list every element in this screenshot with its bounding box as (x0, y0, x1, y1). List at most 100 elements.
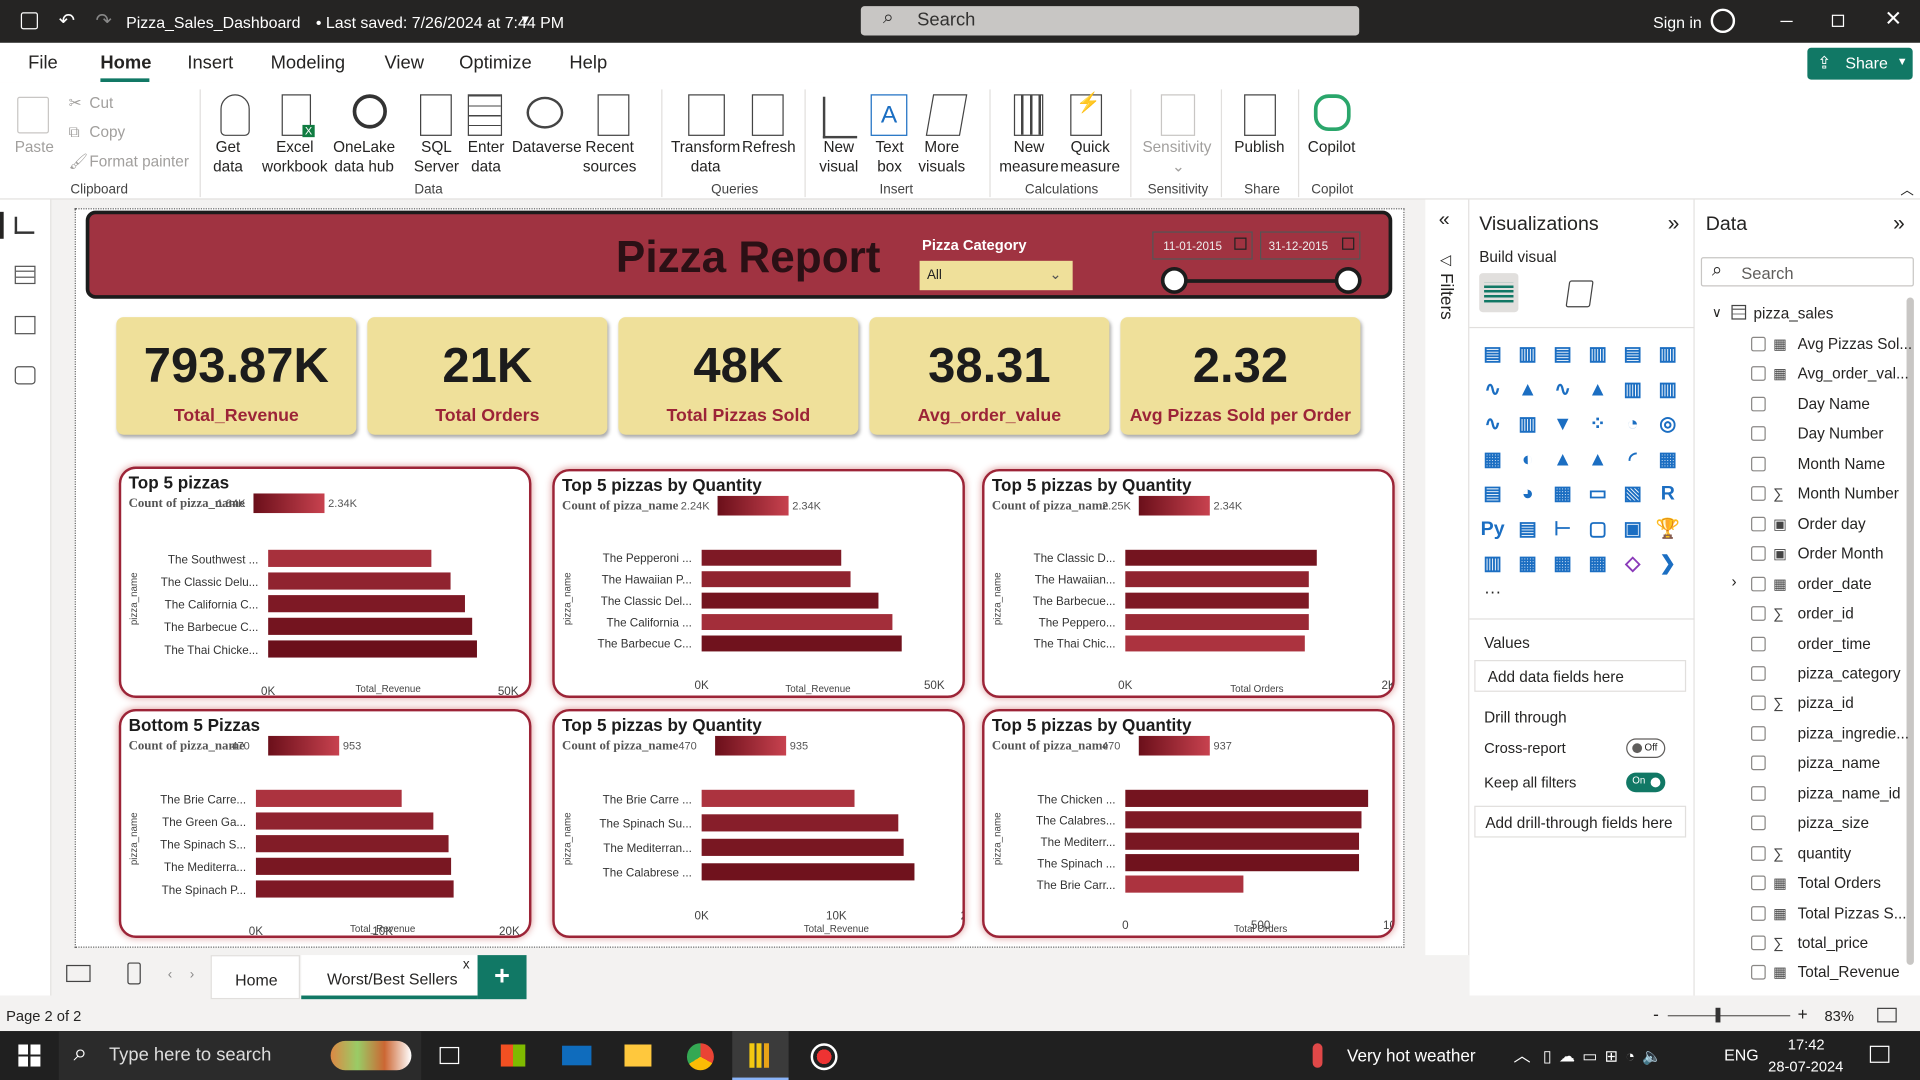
system-tray-icons[interactable]: ▯☁▭⊞◔🔈 (1543, 1047, 1670, 1067)
menu-optimize[interactable]: Optimize (459, 53, 531, 74)
visual-type-icon[interactable]: ◕ (1514, 481, 1541, 508)
kpi-card-avg-pizzas[interactable]: 2.32 Avg Pizzas Sold per Order (1120, 317, 1361, 435)
drill-through-well[interactable]: Add drill-through fields here (1474, 805, 1687, 838)
task-view-icon[interactable] (439, 1046, 460, 1065)
visual-type-icon[interactable]: ▥ (1584, 342, 1611, 369)
field-checkbox[interactable] (1751, 516, 1766, 532)
refresh-button[interactable]: Refresh (742, 137, 796, 157)
visual-type-icon[interactable]: ▲ (1549, 446, 1576, 473)
table-view-icon[interactable] (14, 265, 36, 285)
visual-type-icon[interactable]: ▤ (1479, 481, 1506, 508)
visual-type-icon[interactable]: ⊢ (1549, 516, 1576, 543)
language-indicator[interactable]: ENG (1724, 1046, 1758, 1064)
date-from-input[interactable]: 11-01-2015 (1152, 231, 1253, 260)
visual-type-icon[interactable]: ▥ (1619, 377, 1646, 404)
text-box-button[interactable]: Text box (876, 137, 904, 176)
format-visual-icon[interactable] (1565, 280, 1594, 308)
visual-type-icon[interactable]: ▼ (1549, 411, 1576, 438)
close-tab-icon[interactable]: x (463, 958, 470, 973)
visual-type-icon[interactable]: ▧ (1619, 481, 1646, 508)
field-checkbox[interactable] (1751, 456, 1766, 472)
field-checkbox[interactable] (1751, 905, 1766, 921)
menu-file[interactable]: File (28, 53, 58, 74)
report-view-icon[interactable] (14, 216, 35, 234)
chart-bottom-quantity-orders[interactable]: Top 5 pizzas by Quantity Count of pizza_n… (982, 708, 1395, 938)
transform-data-button[interactable]: Transform data (671, 137, 740, 176)
menu-home[interactable]: Home (100, 53, 151, 74)
close-icon[interactable]: ✕ (1885, 7, 1902, 31)
menu-view[interactable]: View (384, 53, 423, 74)
sensitivity-button[interactable]: Sensitivity (1142, 137, 1211, 157)
visual-type-icon[interactable]: ▦ (1479, 446, 1506, 473)
field-checkbox[interactable] (1751, 935, 1766, 951)
model-view-icon[interactable] (14, 315, 36, 335)
chart-bottom5-revenue[interactable]: Bottom 5 Pizzas Count of pizza_name 470 953… (118, 708, 532, 938)
visual-type-icon[interactable]: ◐ (1514, 446, 1541, 473)
visual-type-icon[interactable]: ▢ (1584, 516, 1611, 543)
kpi-card-revenue[interactable]: 793.87K Total_Revenue (116, 317, 357, 435)
onelake-button[interactable]: OneLake data hub (333, 137, 395, 176)
menu-modeling[interactable]: Modeling (271, 53, 346, 74)
visual-type-icon[interactable]: ◇ (1619, 551, 1646, 578)
redo-icon[interactable]: ↷ (96, 9, 112, 33)
zoom-slider-thumb[interactable] (1715, 1007, 1721, 1023)
keep-filters-toggle[interactable]: On (1626, 772, 1666, 793)
add-page-button[interactable]: + (477, 955, 527, 1000)
visual-type-icon[interactable]: ▣ (1619, 516, 1646, 543)
mobile-layout-icon[interactable] (127, 962, 141, 985)
visual-type-icon[interactable]: ∿ (1479, 411, 1506, 438)
kpi-card-avg-order[interactable]: 38.31 Avg_order_value (869, 317, 1110, 435)
new-measure-button[interactable]: New measure (999, 137, 1059, 176)
field-checkbox[interactable] (1751, 396, 1766, 412)
visual-type-icon[interactable]: ▥ (1514, 411, 1541, 438)
date-to-input[interactable]: 31-12-2015 (1260, 231, 1361, 260)
mail-icon[interactable] (562, 1045, 592, 1066)
field-checkbox[interactable] (1751, 965, 1766, 981)
table-name[interactable]: pizza_sales (1753, 305, 1833, 322)
visual-type-icon[interactable]: ▥ (1654, 377, 1681, 404)
visual-type-icon[interactable]: Py (1479, 516, 1506, 543)
weather-text[interactable]: Very hot weather (1347, 1046, 1476, 1066)
taskbar-search[interactable]: ⌕ Type here to search (58, 1031, 422, 1080)
maximize-icon[interactable] (1831, 14, 1845, 27)
visual-type-icon[interactable]: ▦ (1549, 481, 1576, 508)
search-input[interactable]: ⌕ Search (860, 6, 1360, 36)
field-checkbox[interactable] (1751, 845, 1766, 861)
chart-top5-quantity-revenue[interactable]: Top 5 pizzas by Quantity Count of pizza_n… (552, 468, 965, 698)
scrollbar[interactable] (1906, 297, 1914, 965)
field-checkbox[interactable] (1751, 666, 1766, 681)
powerbi-taskbar-icon[interactable] (732, 1031, 789, 1080)
user-icon[interactable] (1710, 8, 1736, 34)
field-checkbox[interactable] (1751, 336, 1766, 352)
field-checkbox[interactable] (1751, 815, 1766, 831)
clock-time[interactable]: 17:42 (1788, 1036, 1825, 1053)
visual-type-icon[interactable]: ⁘ (1584, 411, 1611, 438)
chevron-down-icon[interactable]: ▼ (519, 13, 531, 26)
expand-icon[interactable]: « (1439, 209, 1450, 231)
store-icon[interactable] (500, 1044, 526, 1067)
more-visuals-icon[interactable]: ··· (1484, 582, 1501, 602)
clock-date[interactable]: 28-07-2024 (1768, 1058, 1843, 1075)
windows-start-icon[interactable] (18, 1044, 41, 1067)
visual-type-icon[interactable]: ◔ (1619, 411, 1646, 438)
chevron-right-icon[interactable]: › (1731, 573, 1736, 590)
collapse-icon[interactable]: » (1893, 212, 1905, 236)
file-explorer-icon[interactable] (624, 1044, 652, 1067)
filter-icon[interactable]: ◁ (1440, 251, 1451, 268)
record-icon[interactable] (810, 1043, 838, 1071)
sql-server-button[interactable]: SQL Server (414, 137, 459, 176)
category-dropdown[interactable]: All ⌄ (919, 260, 1073, 291)
chart-top5-revenue[interactable]: Top 5 pizzas Count of pizza_name 1.84K 2.34… (118, 466, 532, 698)
undo-icon[interactable]: ↶ (59, 9, 75, 33)
share-button[interactable]: ⇪ Share ▼ (1807, 47, 1913, 80)
build-visual-icon[interactable] (1479, 273, 1519, 313)
visual-type-icon[interactable]: ▦ (1584, 551, 1611, 578)
sign-in-link[interactable]: Sign in (1653, 13, 1702, 31)
fit-page-icon[interactable] (1877, 1007, 1897, 1023)
visual-type-icon[interactable]: ▤ (1549, 342, 1576, 369)
chrome-icon[interactable] (686, 1043, 714, 1071)
cut-button[interactable]: Cut (89, 93, 113, 113)
field-checkbox[interactable] (1751, 366, 1766, 382)
data-search-input[interactable]: ⌕ Search (1700, 257, 1914, 287)
visual-type-icon[interactable]: ▤ (1479, 342, 1506, 369)
